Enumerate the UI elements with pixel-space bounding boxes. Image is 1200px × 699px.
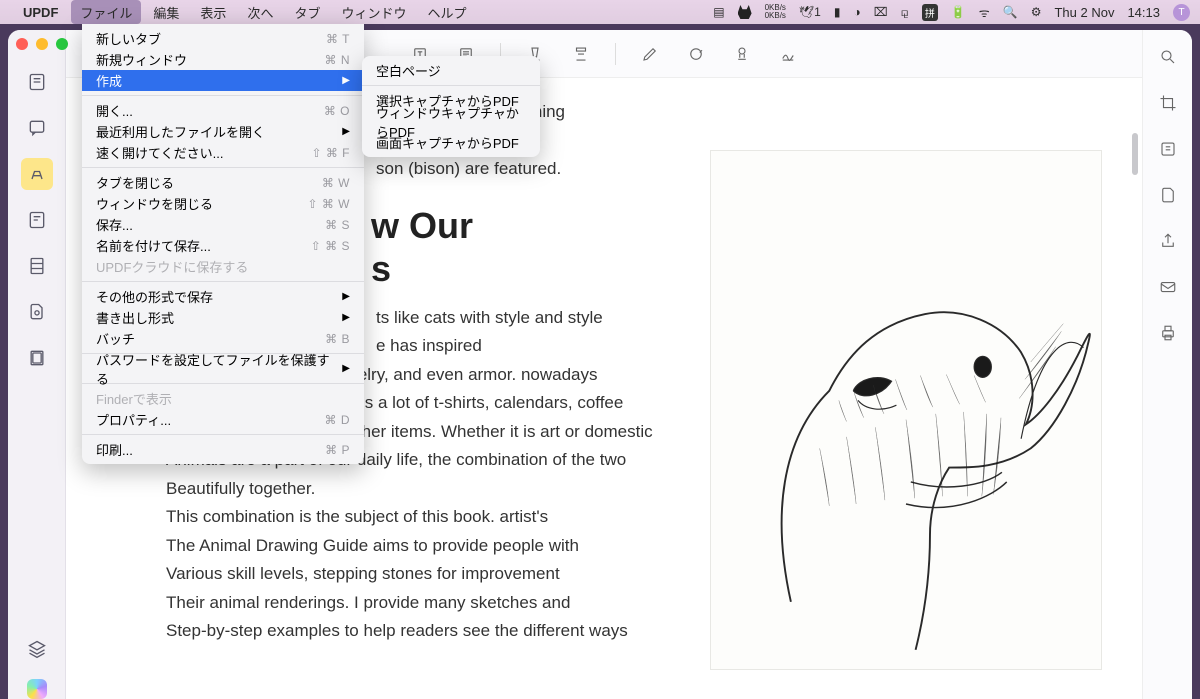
- pencil-icon[interactable]: [638, 42, 662, 66]
- submenu-item[interactable]: 画面キャプチャからPDF: [362, 132, 540, 153]
- battery-icon[interactable]: 🔋: [951, 5, 966, 19]
- menu-view[interactable]: 表示: [191, 0, 235, 24]
- cat-icon[interactable]: [738, 5, 752, 19]
- menu-item[interactable]: ウィンドウを閉じる⇧ ⌘ W: [82, 193, 364, 214]
- menu-item[interactable]: 新規ウィンドウ⌘ N: [82, 49, 364, 70]
- file-icon[interactable]: [1155, 182, 1181, 208]
- menu-help[interactable]: ヘルプ: [418, 0, 475, 24]
- menu-item[interactable]: 最近利用したファイルを開く▶: [82, 121, 364, 142]
- tools-icon[interactable]: [21, 296, 53, 328]
- reader-mode-icon[interactable]: [21, 66, 53, 98]
- menu-edit[interactable]: 編集: [144, 0, 188, 24]
- bluetooth-icon[interactable]: ⚼: [901, 5, 909, 20]
- display-icon[interactable]: ⌧: [874, 5, 888, 19]
- highlight2-icon[interactable]: [569, 42, 593, 66]
- print-icon[interactable]: [1155, 320, 1181, 346]
- maximize-window-button[interactable]: [56, 38, 68, 50]
- comment-mode-icon[interactable]: [21, 112, 53, 144]
- separator: [615, 43, 616, 65]
- dog-sketch-image: [710, 150, 1102, 670]
- mac-menubar: UPDF ファイル 編集 表示 次へ タブ ウィンドウ ヘルプ ▤ 0KB/s0…: [0, 0, 1200, 24]
- menu-item[interactable]: 速く開けてください...⇧ ⌘ F: [82, 142, 364, 163]
- menu-extra-icon[interactable]: ▤: [713, 5, 724, 19]
- menu-window[interactable]: ウィンドウ: [332, 0, 415, 24]
- search-icon[interactable]: [1155, 44, 1181, 70]
- submenu-item[interactable]: 空白ページ: [362, 60, 540, 81]
- menu-item[interactable]: 印刷...⌘ P: [82, 439, 364, 460]
- moon-icon[interactable]: ◑: [853, 5, 860, 19]
- menu-tab[interactable]: タブ: [285, 0, 329, 24]
- avatar[interactable]: T: [1173, 4, 1190, 21]
- wifi-icon[interactable]: ᯤ: [979, 4, 990, 21]
- edit-mode-icon[interactable]: [21, 204, 53, 236]
- updf-logo-icon[interactable]: [27, 679, 47, 699]
- app-name[interactable]: UPDF: [13, 5, 68, 20]
- bookmark-icon[interactable]: ▮: [834, 5, 841, 19]
- menu-item[interactable]: 書き出し形式▶: [82, 307, 364, 328]
- menu-item[interactable]: 開く...⌘ O: [82, 100, 364, 121]
- menu-next[interactable]: 次へ: [238, 0, 282, 24]
- menu-item[interactable]: バッチ⌘ B: [82, 328, 364, 349]
- dove-icon[interactable]: 🕊1: [799, 5, 821, 19]
- menu-item[interactable]: 新しいタブ⌘ T: [82, 28, 364, 49]
- control-center-icon[interactable]: ⚙: [1031, 5, 1042, 19]
- input-icon[interactable]: 拼: [922, 4, 938, 21]
- menu-item[interactable]: パスワードを設定してファイルを保護する▶: [82, 358, 364, 379]
- right-sidebar: [1142, 30, 1192, 699]
- menu-item[interactable]: 作成▶: [82, 70, 364, 91]
- menubar-time[interactable]: 14:13: [1127, 5, 1160, 20]
- menu-item: Finderで表示: [82, 388, 364, 409]
- menu-item[interactable]: プロパティ...⌘ D: [82, 409, 364, 430]
- shape-icon[interactable]: [684, 42, 708, 66]
- layers-icon[interactable]: [21, 633, 53, 665]
- menu-item[interactable]: 名前を付けて保存...⇧ ⌘ S: [82, 235, 364, 256]
- menubar-date[interactable]: Thu 2 Nov: [1054, 5, 1114, 20]
- menu-file[interactable]: ファイル: [71, 0, 141, 24]
- menu-item[interactable]: タブを閉じる⌘ W: [82, 172, 364, 193]
- scrollbar-thumb[interactable]: [1132, 133, 1138, 175]
- signature-icon[interactable]: [776, 42, 800, 66]
- close-window-button[interactable]: [16, 38, 28, 50]
- stamp-icon[interactable]: [730, 42, 754, 66]
- window-controls: [16, 38, 68, 50]
- page-mode-icon[interactable]: [21, 250, 53, 282]
- menu-item[interactable]: その他の形式で保存▶: [82, 286, 364, 307]
- submenu-item[interactable]: ウィンドウキャプチャからPDF: [362, 111, 540, 132]
- file-menu-dropdown: 新しいタブ⌘ T新規ウィンドウ⌘ N作成▶ 開く...⌘ O最近利用したファイルを…: [82, 24, 364, 464]
- crop-icon[interactable]: [1155, 90, 1181, 116]
- highlight-mode-icon[interactable]: [21, 158, 53, 190]
- compress-icon[interactable]: [21, 342, 53, 374]
- spotlight-icon[interactable]: 🔍: [1003, 5, 1018, 19]
- ocr-icon[interactable]: [1155, 136, 1181, 162]
- network-speed: 0KB/s0KB/s: [765, 4, 786, 20]
- menu-item[interactable]: 保存...⌘ S: [82, 214, 364, 235]
- menu-item: UPDFクラウドに保存する: [82, 256, 364, 277]
- left-sidebar: [8, 30, 66, 699]
- mail-icon[interactable]: [1155, 274, 1181, 300]
- share-icon[interactable]: [1155, 228, 1181, 254]
- create-submenu: 空白ページ選択キャプチャからPDFウィンドウキャプチャからPDF画面キャプチャか…: [362, 56, 540, 157]
- minimize-window-button[interactable]: [36, 38, 48, 50]
